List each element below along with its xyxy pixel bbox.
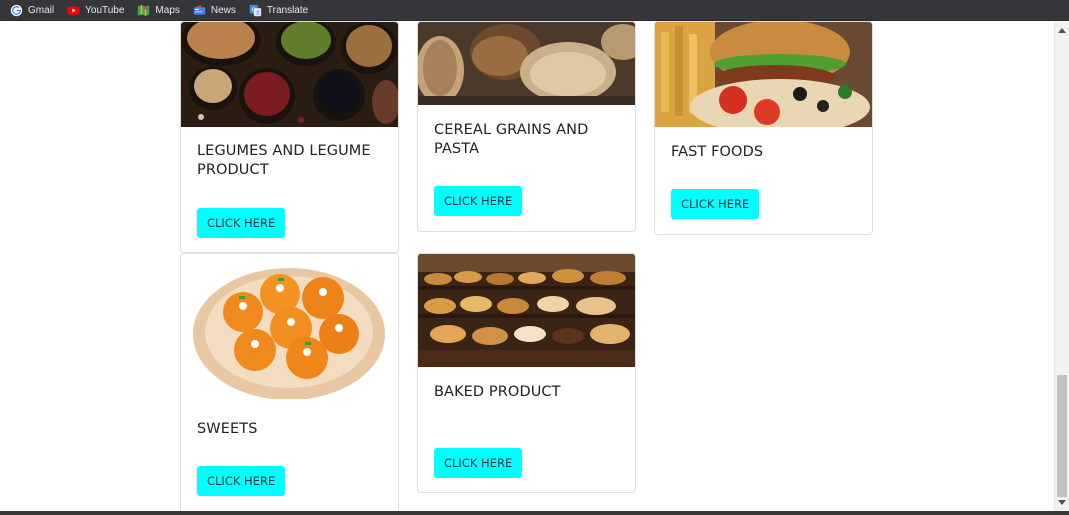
card-legumes: LEGUMES AND LEGUME PRODUCT CLICK HERE <box>180 21 399 253</box>
translate-icon: G 文 <box>249 4 262 16</box>
scrollbar-thumb[interactable] <box>1057 375 1067 497</box>
maps-icon <box>138 4 150 16</box>
scroll-up-arrow-icon[interactable] <box>1058 28 1066 33</box>
card-sweets: SWEETS CLICK HERE <box>180 253 399 515</box>
click-here-button[interactable]: CLICK HERE <box>434 186 523 216</box>
cereal-grains-photo <box>418 22 635 105</box>
vertical-scrollbar[interactable] <box>1054 21 1069 511</box>
click-here-button[interactable]: CLICK HERE <box>197 466 286 496</box>
card-title: LEGUMES AND LEGUME PRODUCT <box>197 143 371 178</box>
bookmark-label: News <box>210 4 236 16</box>
sweets-photo <box>181 254 398 399</box>
card-fast-foods: FAST FOODS CLICK HERE <box>654 21 873 235</box>
fast-food-photo <box>655 22 872 127</box>
legumes-photo <box>181 22 398 127</box>
bookmark-maps[interactable]: Maps <box>137 4 180 17</box>
google-icon <box>10 4 23 16</box>
card-title: SWEETS <box>197 421 258 437</box>
click-here-button[interactable]: CLICK HERE <box>434 448 523 478</box>
bookmark-translate[interactable]: G 文 Translate <box>249 4 308 17</box>
card-cereal-grains: CEREAL GRAINS AND PASTA CLICK HERE <box>417 21 636 232</box>
bookmark-label: YouTube <box>85 4 125 16</box>
window-bottom-edge <box>0 511 1069 515</box>
news-icon <box>193 4 206 15</box>
click-here-button[interactable]: CLICK HERE <box>671 189 760 219</box>
bookmark-gmail[interactable]: Gmail <box>10 4 54 17</box>
bookmark-label: Gmail <box>28 4 55 16</box>
baked-goods-photo <box>418 254 635 367</box>
card-baked-product: BAKED PRODUCT CLICK HERE <box>417 253 636 493</box>
bookmark-label: Translate <box>266 4 309 16</box>
bookmark-label: Maps <box>155 4 180 16</box>
bookmark-news[interactable]: News <box>193 4 236 17</box>
click-here-button[interactable]: CLICK HERE <box>197 208 286 238</box>
scroll-down-arrow-icon[interactable] <box>1058 500 1066 505</box>
card-title: BAKED PRODUCT <box>434 384 561 400</box>
bookmarks-bar: Gmail YouTube Maps News G 文 Translate <box>0 0 1069 21</box>
card-title: FAST FOODS <box>671 144 764 160</box>
bookmark-youtube[interactable]: YouTube <box>67 4 124 17</box>
youtube-icon <box>67 5 80 15</box>
page-viewport: LEGUMES AND LEGUME PRODUCT CLICK HERE CE… <box>0 21 1069 515</box>
card-title: CEREAL GRAINS AND PASTA <box>434 122 589 157</box>
svg-text:文: 文 <box>255 9 260 16</box>
